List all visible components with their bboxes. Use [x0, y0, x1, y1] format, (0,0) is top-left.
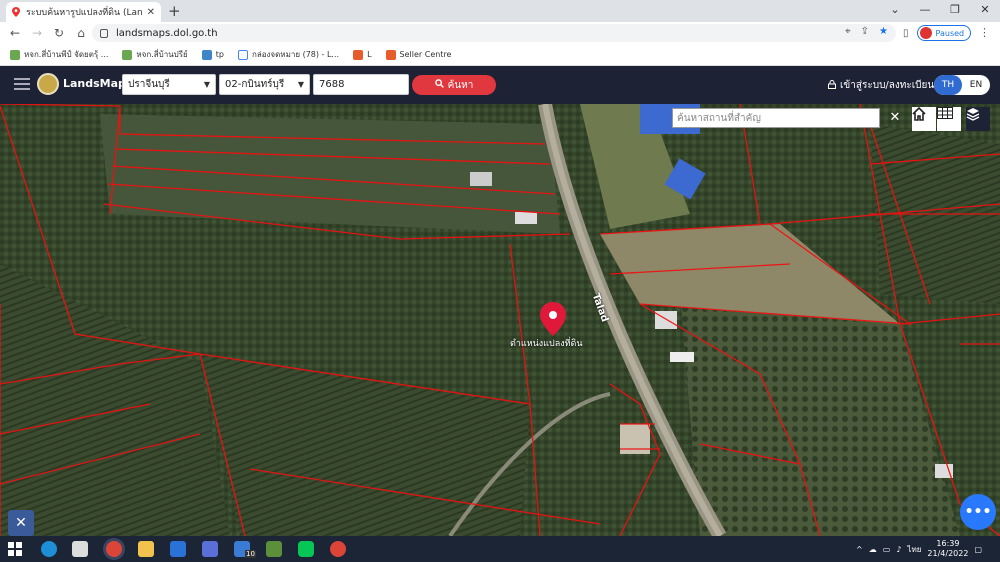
windows-taskbar: 10 ^ ☁ ▭ ♪ ไทย 16:39 21/4/2022 ▢ [0, 536, 1000, 562]
chevron-down-icon: ▼ [203, 80, 210, 89]
search-button[interactable]: ค้นหา [412, 75, 496, 95]
tab-search-icon[interactable]: ⌄ [880, 0, 910, 22]
bookmark-item[interactable]: กล่องจดหมาย (78) - L... [237, 48, 339, 61]
search-icon [434, 79, 444, 91]
file-explorer-icon[interactable] [138, 541, 154, 557]
edge-icon[interactable] [41, 541, 57, 557]
map-imagery [0, 104, 1000, 536]
notification-icon[interactable]: ▢ [974, 545, 982, 554]
place-search-input[interactable]: ค้นหาสถานที่สำคัญ [672, 108, 880, 128]
app-badge: 10 [245, 550, 256, 558]
url-text: landsmaps.dol.go.th [116, 27, 218, 39]
tools-icon[interactable]: ✕ [8, 510, 34, 536]
browser-tab[interactable]: ระบบค้นหารูปแปลงที่ดิน (LandsMaps) ✕ [6, 2, 161, 22]
lock-icon [828, 79, 836, 92]
tab-close-icon[interactable]: ✕ [147, 7, 155, 18]
chevron-up-icon[interactable]: ^ [856, 545, 863, 554]
location-pin-icon [12, 7, 20, 17]
home-icon[interactable] [912, 107, 936, 131]
app-header: LandsMaps ปราจีนบุรี ▼ 02-กบินทร์บุรี ▼ 76… [0, 66, 1000, 104]
login-link[interactable]: เข้าสู่ระบบ/ลงทะเบียน [828, 78, 934, 93]
google-g-icon [237, 49, 248, 60]
location-icon[interactable]: ⌖ [845, 26, 851, 37]
language-toggle: TH EN [934, 75, 990, 95]
lock-icon[interactable] [100, 28, 108, 38]
shopee-bag-icon [385, 49, 396, 60]
layers-icon[interactable] [966, 107, 990, 131]
share-icon[interactable]: ⇪ [861, 26, 869, 37]
hamburger-menu-icon[interactable] [14, 78, 30, 90]
print-icon[interactable] [202, 541, 218, 557]
network-icon[interactable]: ▭ [883, 545, 891, 554]
reload-icon[interactable]: ↻ [48, 26, 70, 40]
bookmarks-bar: หจก.สี่บ้านพีป์ จัดยตรุ้ ... หจก.สี่บ้าน… [0, 44, 1000, 66]
clock[interactable]: 16:39 21/4/2022 [927, 539, 968, 559]
minimize-button[interactable]: — [910, 0, 940, 22]
district-select[interactable]: 02-กบินทร์บุรี ▼ [219, 74, 310, 95]
address-bar[interactable]: landsmaps.dol.go.th ⌖ ⇪ ★ [92, 24, 896, 42]
browser-tab-bar: ระบบค้นหารูปแปลงที่ดิน (LandsMaps) ✕ + ⌄… [0, 0, 1000, 22]
bookmark-favicon-icon [201, 49, 212, 60]
profile-button[interactable]: Paused [916, 25, 972, 41]
language-indicator[interactable]: ไทย [907, 543, 921, 556]
side-panel-icon[interactable]: ▯ [903, 28, 909, 39]
system-tray: ^ ☁ ▭ ♪ ไทย 16:39 21/4/2022 ▢ [856, 539, 982, 559]
lang-en-button[interactable]: EN [962, 75, 990, 95]
satellite-map[interactable]: ตำแหน่งแปลงที่ดิน Talad ค้นหาสถานที่สำคั… [0, 104, 1000, 536]
bookmark-favicon-icon [122, 49, 133, 60]
bookmark-item[interactable]: tp [201, 49, 224, 60]
bookmark-favicon-icon [10, 49, 20, 60]
store-icon[interactable] [72, 541, 88, 557]
bookmark-item[interactable]: Seller Centre [385, 49, 451, 60]
clock-time: 16:39 [936, 539, 960, 548]
marker-label: ตำแหน่งแปลงที่ดิน [510, 339, 583, 349]
tab-title: ระบบค้นหารูปแปลงที่ดิน (LandsMaps) [26, 8, 143, 18]
cloud-icon[interactable]: ☁ [869, 545, 877, 554]
mail-icon[interactable] [170, 541, 186, 557]
lang-th-button[interactable]: TH [934, 75, 962, 95]
dol-logo [37, 73, 59, 95]
new-tab-button[interactable]: + [168, 2, 181, 20]
close-icon[interactable]: ✕ [886, 108, 904, 128]
profile-status: Paused [935, 28, 965, 38]
money-icon[interactable] [266, 541, 282, 557]
bookmark-item[interactable]: หจก.สี่บ้านพีป์ จัดยตรุ้ ... [10, 48, 108, 61]
grid-table-icon[interactable] [937, 107, 961, 131]
browser-menu-icon[interactable]: ⋮ [979, 26, 990, 39]
chrome-icon[interactable] [330, 541, 346, 557]
bookmark-item[interactable]: หจก.สี่บ้านปรีย์ [122, 48, 188, 61]
back-arrow-icon[interactable]: ← [4, 26, 26, 40]
forward-arrow-icon[interactable]: → [26, 26, 48, 40]
windows-start-icon[interactable] [8, 542, 22, 556]
home-icon[interactable]: ⌂ [70, 26, 92, 40]
maximize-button[interactable]: ❐ [940, 0, 970, 22]
bookmark-item[interactable]: L [353, 49, 372, 60]
volume-icon[interactable]: ♪ [896, 545, 901, 554]
window-controls: ⌄ — ❐ ✕ [880, 0, 1000, 22]
line-app-icon[interactable] [298, 541, 314, 557]
more-options-button[interactable]: ••• [960, 494, 996, 530]
province-select[interactable]: ปราจีนบุรี ▼ [122, 74, 216, 95]
parcel-number-input[interactable]: 7688 [313, 74, 409, 95]
clock-date: 21/4/2022 [927, 549, 969, 558]
chrome-icon[interactable] [106, 541, 122, 557]
shopee-bag-icon [353, 49, 364, 60]
bookmark-star-icon[interactable]: ★ [879, 26, 888, 37]
avatar [919, 27, 932, 39]
close-window-button[interactable]: ✕ [970, 0, 1000, 22]
chevron-down-icon: ▼ [297, 80, 304, 89]
browser-toolbar: ← → ↻ ⌂ landsmaps.dol.go.th ⌖ ⇪ ★ ▯ Paus… [0, 22, 1000, 44]
